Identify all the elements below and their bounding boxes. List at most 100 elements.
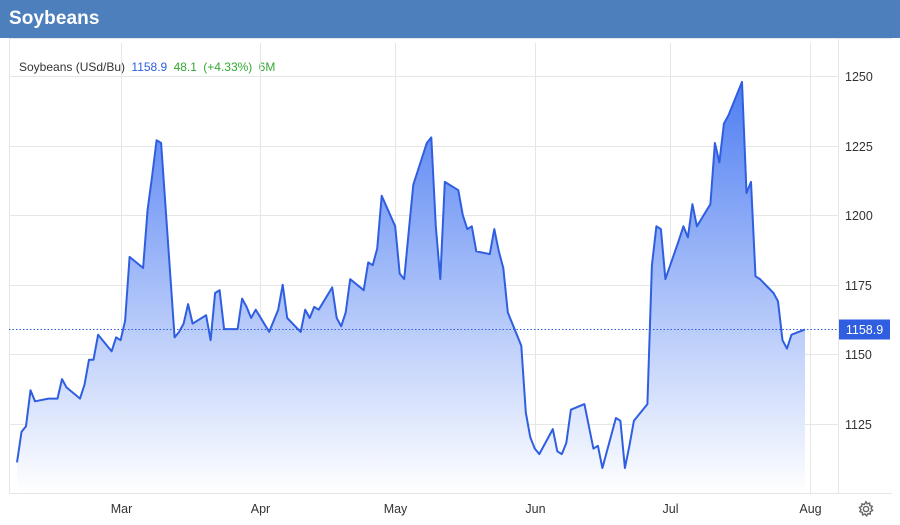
data-point[interactable] (150, 174, 155, 179)
data-point[interactable] (555, 449, 560, 454)
data-point[interactable] (708, 202, 713, 207)
data-point[interactable] (222, 327, 227, 332)
data-point[interactable] (726, 113, 731, 118)
data-point[interactable] (109, 349, 114, 354)
gear-icon[interactable] (856, 499, 876, 519)
price-chart[interactable]: 1125 1150 1175 1200 1225 1250 Mar Apr May Jun Jul A… (0, 38, 900, 525)
data-point[interactable] (280, 282, 285, 287)
data-point[interactable] (91, 357, 96, 362)
data-point[interactable] (118, 338, 123, 343)
data-point[interactable] (64, 385, 69, 390)
data-point[interactable] (618, 418, 623, 423)
data-point[interactable] (96, 332, 101, 337)
data-point[interactable] (474, 249, 479, 254)
data-point[interactable] (253, 307, 258, 312)
data-point[interactable] (595, 443, 600, 448)
data-point[interactable] (776, 299, 781, 304)
data-point[interactable] (676, 238, 681, 243)
data-point[interactable] (582, 402, 587, 407)
data-point[interactable] (28, 388, 33, 393)
data-point[interactable] (366, 260, 371, 265)
data-point[interactable] (339, 324, 344, 329)
data-point[interactable] (186, 302, 191, 307)
data-point[interactable] (424, 141, 429, 146)
data-point[interactable] (600, 466, 605, 471)
data-point[interactable] (438, 277, 443, 282)
data-point[interactable] (771, 291, 776, 296)
data-point[interactable] (172, 335, 177, 340)
data-point[interactable] (276, 307, 281, 312)
data-point[interactable] (537, 452, 542, 457)
data-point[interactable] (622, 466, 627, 471)
data-point[interactable] (154, 138, 159, 143)
data-point[interactable] (177, 329, 182, 334)
data-point[interactable] (492, 227, 497, 232)
data-point[interactable] (141, 266, 146, 271)
data-point[interactable] (24, 424, 29, 429)
data-point[interactable] (15, 460, 20, 465)
data-point[interactable] (758, 277, 763, 282)
data-point[interactable] (591, 446, 596, 451)
data-point[interactable] (532, 446, 537, 451)
data-point[interactable] (60, 377, 65, 382)
data-point[interactable] (663, 277, 668, 282)
data-point[interactable] (298, 329, 303, 334)
data-point[interactable] (528, 435, 533, 440)
data-point[interactable] (285, 316, 290, 321)
data-point[interactable] (208, 338, 213, 343)
data-point[interactable] (564, 441, 569, 446)
data-point[interactable] (465, 227, 470, 232)
data-point[interactable] (469, 224, 474, 229)
data-point[interactable] (649, 263, 654, 268)
data-point[interactable] (749, 179, 754, 184)
data-point[interactable] (379, 193, 384, 198)
data-point[interactable] (523, 410, 528, 415)
data-point[interactable] (402, 277, 407, 282)
data-point[interactable] (87, 357, 92, 362)
data-point[interactable] (330, 285, 335, 290)
data-point[interactable] (33, 399, 38, 404)
data-point[interactable] (55, 396, 60, 401)
data-point[interactable] (19, 429, 24, 434)
data-point[interactable] (213, 291, 218, 296)
data-point[interactable] (190, 321, 195, 326)
data-point[interactable] (375, 246, 380, 251)
data-point[interactable] (240, 296, 245, 301)
data-point[interactable] (267, 329, 272, 334)
data-point[interactable] (271, 318, 276, 323)
data-point[interactable] (645, 402, 650, 407)
data-point[interactable] (568, 407, 573, 412)
data-point[interactable] (249, 316, 254, 321)
data-point[interactable] (78, 396, 83, 401)
data-point[interactable] (744, 191, 749, 196)
data-point[interactable] (217, 288, 222, 293)
data-point[interactable] (406, 229, 411, 234)
data-point[interactable] (307, 316, 312, 321)
data-point[interactable] (780, 338, 785, 343)
data-point[interactable] (627, 443, 632, 448)
data-point[interactable] (244, 304, 249, 309)
data-point[interactable] (348, 277, 353, 282)
data-point[interactable] (654, 224, 659, 229)
data-point[interactable] (685, 235, 690, 240)
data-point[interactable] (145, 207, 150, 212)
data-point[interactable] (721, 121, 726, 126)
data-point[interactable] (370, 263, 375, 268)
data-point[interactable] (82, 382, 87, 387)
data-point[interactable] (123, 318, 128, 323)
data-point[interactable] (343, 310, 348, 315)
data-point[interactable] (496, 249, 501, 254)
data-point[interactable] (631, 418, 636, 423)
data-point[interactable] (694, 224, 699, 229)
data-point[interactable] (433, 224, 438, 229)
data-point[interactable] (303, 307, 308, 312)
data-point[interactable] (127, 254, 132, 259)
data-point[interactable] (753, 274, 758, 279)
data-point[interactable] (334, 316, 339, 321)
data-point[interactable] (312, 304, 317, 309)
data-point[interactable] (361, 288, 366, 293)
data-point[interactable] (181, 321, 186, 326)
data-point[interactable] (658, 227, 663, 232)
data-point[interactable] (114, 335, 119, 340)
data-point[interactable] (505, 310, 510, 315)
